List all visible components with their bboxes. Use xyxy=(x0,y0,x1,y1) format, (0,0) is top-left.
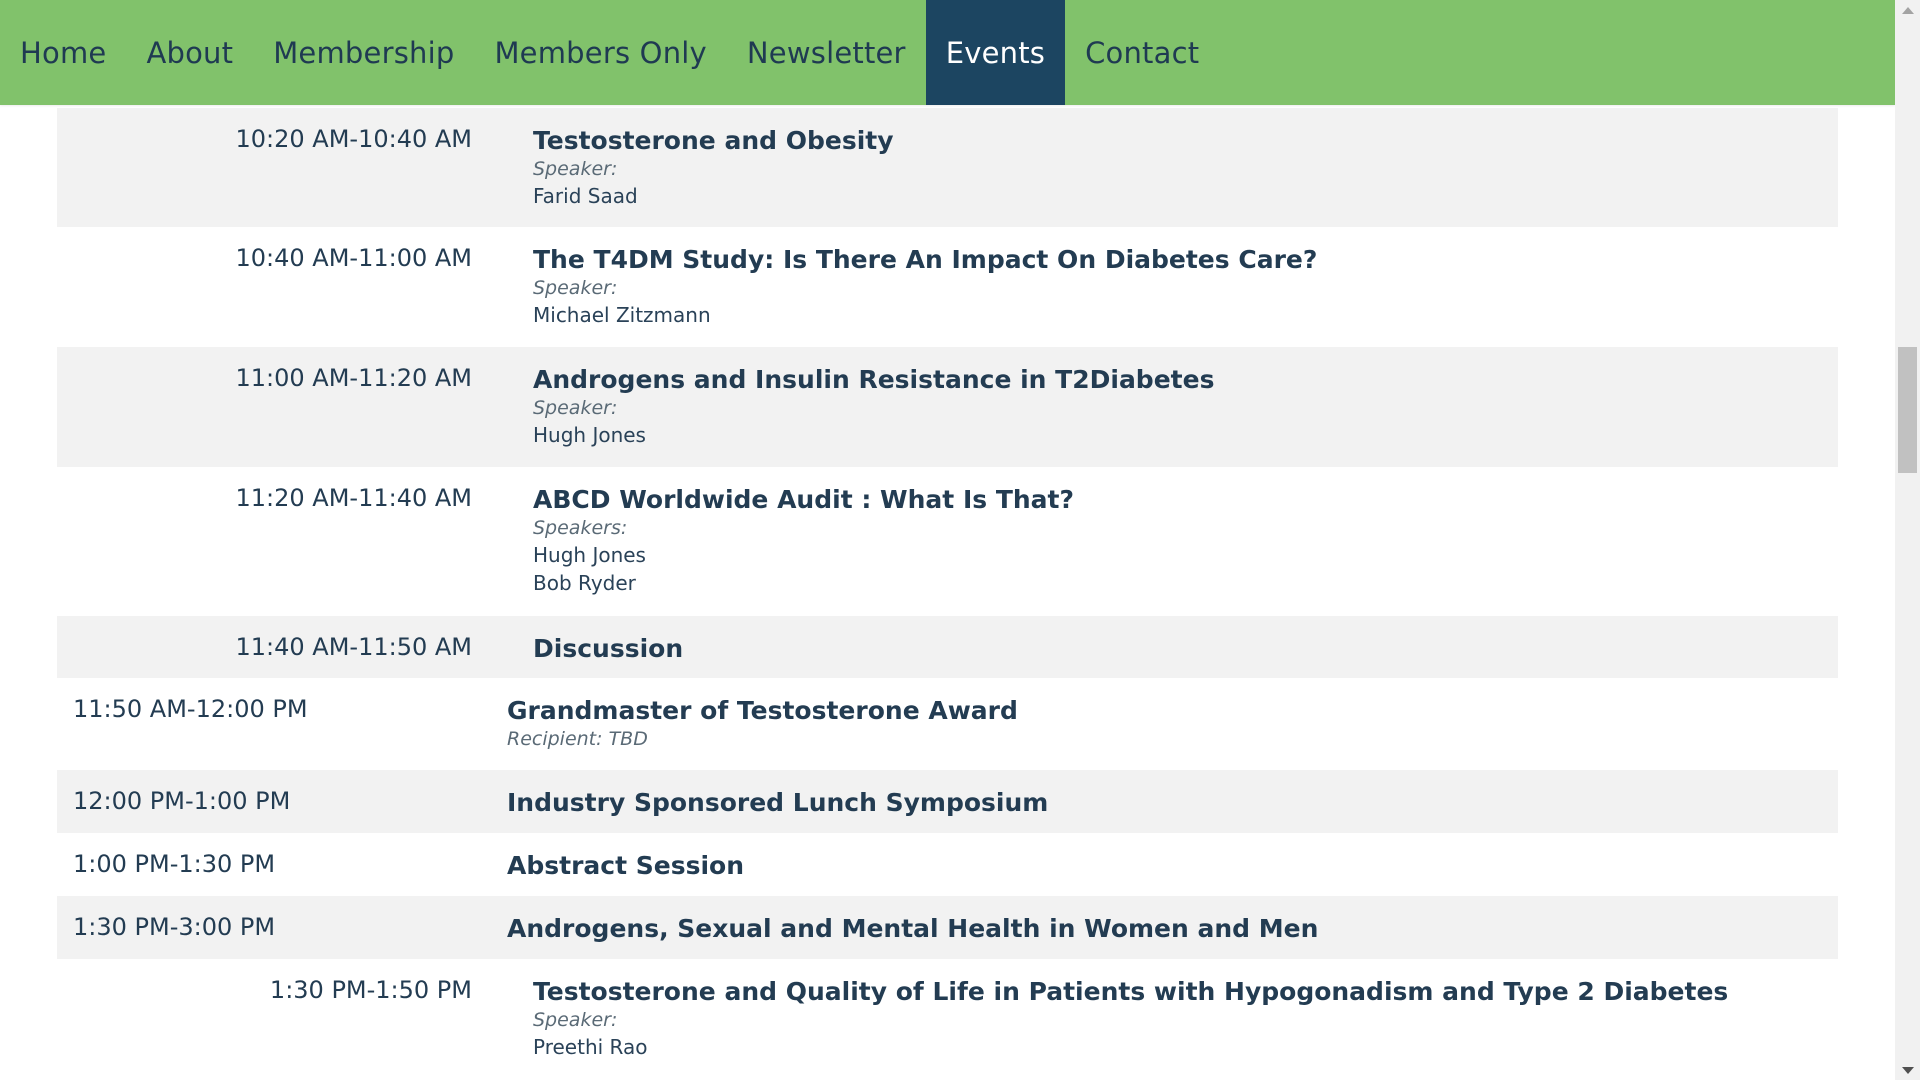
schedule-row: 1:00 PM-1:30 PM Abstract Session xyxy=(57,833,1838,896)
session-title: Testosterone and Obesity xyxy=(533,126,894,155)
speaker-label: Speaker: xyxy=(533,397,618,419)
schedule-row: 1:30 PM-3:00 PM Androgens, Sexual and Me… xyxy=(57,896,1838,959)
session-title: Testosterone and Quality of Life in Pati… xyxy=(533,977,1729,1006)
scroll-up-arrow-icon[interactable] xyxy=(1895,0,1920,20)
schedule-row: 11:50 AM-12:00 PM Grandmaster of Testost… xyxy=(57,678,1838,770)
scrollbar-thumb[interactable] xyxy=(1898,347,1917,473)
nav-newsletter[interactable]: Newsletter xyxy=(727,0,926,105)
session-title: Discussion xyxy=(533,634,684,663)
schedule-row: 11:40 AM-11:50 AM Discussion xyxy=(57,616,1838,678)
schedule-row: 12:00 PM-1:00 PM Industry Sponsored Lunc… xyxy=(57,770,1838,833)
session-time: 11:20 AM-11:40 AM xyxy=(235,484,473,512)
nav-about[interactable]: About xyxy=(126,0,253,105)
main-navigation: Home About Membership Members Only Newsl… xyxy=(0,0,1895,105)
schedule-row: 11:00 AM-11:20 AM Androgens and Insulin … xyxy=(57,347,1838,467)
schedule-row: 10:20 AM-10:40 AM Testosterone and Obesi… xyxy=(57,108,1838,227)
nav-members-only[interactable]: Members Only xyxy=(474,0,726,105)
session-title: Abstract Session xyxy=(507,851,745,880)
speaker-name: Farid Saad xyxy=(533,184,638,208)
session-time: 10:20 AM-10:40 AM xyxy=(235,125,473,153)
session-title: ABCD Worldwide Audit : What Is That? xyxy=(533,485,1075,514)
session-time: 12:00 PM-1:00 PM xyxy=(73,787,291,815)
schedule-row: 10:40 AM-11:00 AM The T4DM Study: Is The… xyxy=(57,227,1838,347)
recipient-label: Recipient: TBD xyxy=(507,728,648,750)
schedule-row: 1:30 PM-1:50 PM Testosterone and Quality… xyxy=(57,959,1838,1074)
nav-contact[interactable]: Contact xyxy=(1065,0,1219,105)
session-time: 1:30 PM-1:50 PM xyxy=(269,976,472,1004)
session-time: 1:30 PM-3:00 PM xyxy=(73,913,276,941)
speaker-name: Preethi Rao xyxy=(533,1035,648,1059)
speaker-name: Hugh Jones xyxy=(533,543,646,567)
speaker-label: Speakers: xyxy=(533,517,628,539)
schedule-row: 11:20 AM-11:40 AM ABCD Worldwide Audit :… xyxy=(57,467,1838,616)
session-title: Grandmaster of Testosterone Award xyxy=(507,696,1018,725)
session-title: Androgens, Sexual and Mental Health in W… xyxy=(507,914,1319,943)
session-time: 10:40 AM-11:00 AM xyxy=(235,244,473,272)
session-time: 11:40 AM-11:50 AM xyxy=(235,633,473,661)
nav-home[interactable]: Home xyxy=(0,0,126,105)
event-schedule: 10:20 AM-10:40 AM Testosterone and Obesi… xyxy=(57,108,1838,1074)
scroll-down-arrow-icon[interactable] xyxy=(1895,1060,1920,1080)
vertical-scrollbar[interactable] xyxy=(1895,0,1920,1080)
nav-membership[interactable]: Membership xyxy=(253,0,474,105)
speaker-name: Bob Ryder xyxy=(533,571,636,595)
speaker-name: Hugh Jones xyxy=(533,423,646,447)
speaker-label: Speaker: xyxy=(533,1009,618,1031)
session-title: Androgens and Insulin Resistance in T2Di… xyxy=(533,365,1215,394)
session-time: 11:50 AM-12:00 PM xyxy=(73,695,308,723)
speaker-name: Michael Zitzmann xyxy=(533,303,711,327)
session-title: The T4DM Study: Is There An Impact On Di… xyxy=(533,245,1318,274)
session-time: 1:00 PM-1:30 PM xyxy=(73,850,276,878)
session-title: Industry Sponsored Lunch Symposium xyxy=(507,788,1049,817)
session-time: 11:00 AM-11:20 AM xyxy=(235,364,473,392)
speaker-label: Speaker: xyxy=(533,158,618,180)
nav-events[interactable]: Events xyxy=(925,0,1066,105)
speaker-label: Speaker: xyxy=(533,277,618,299)
